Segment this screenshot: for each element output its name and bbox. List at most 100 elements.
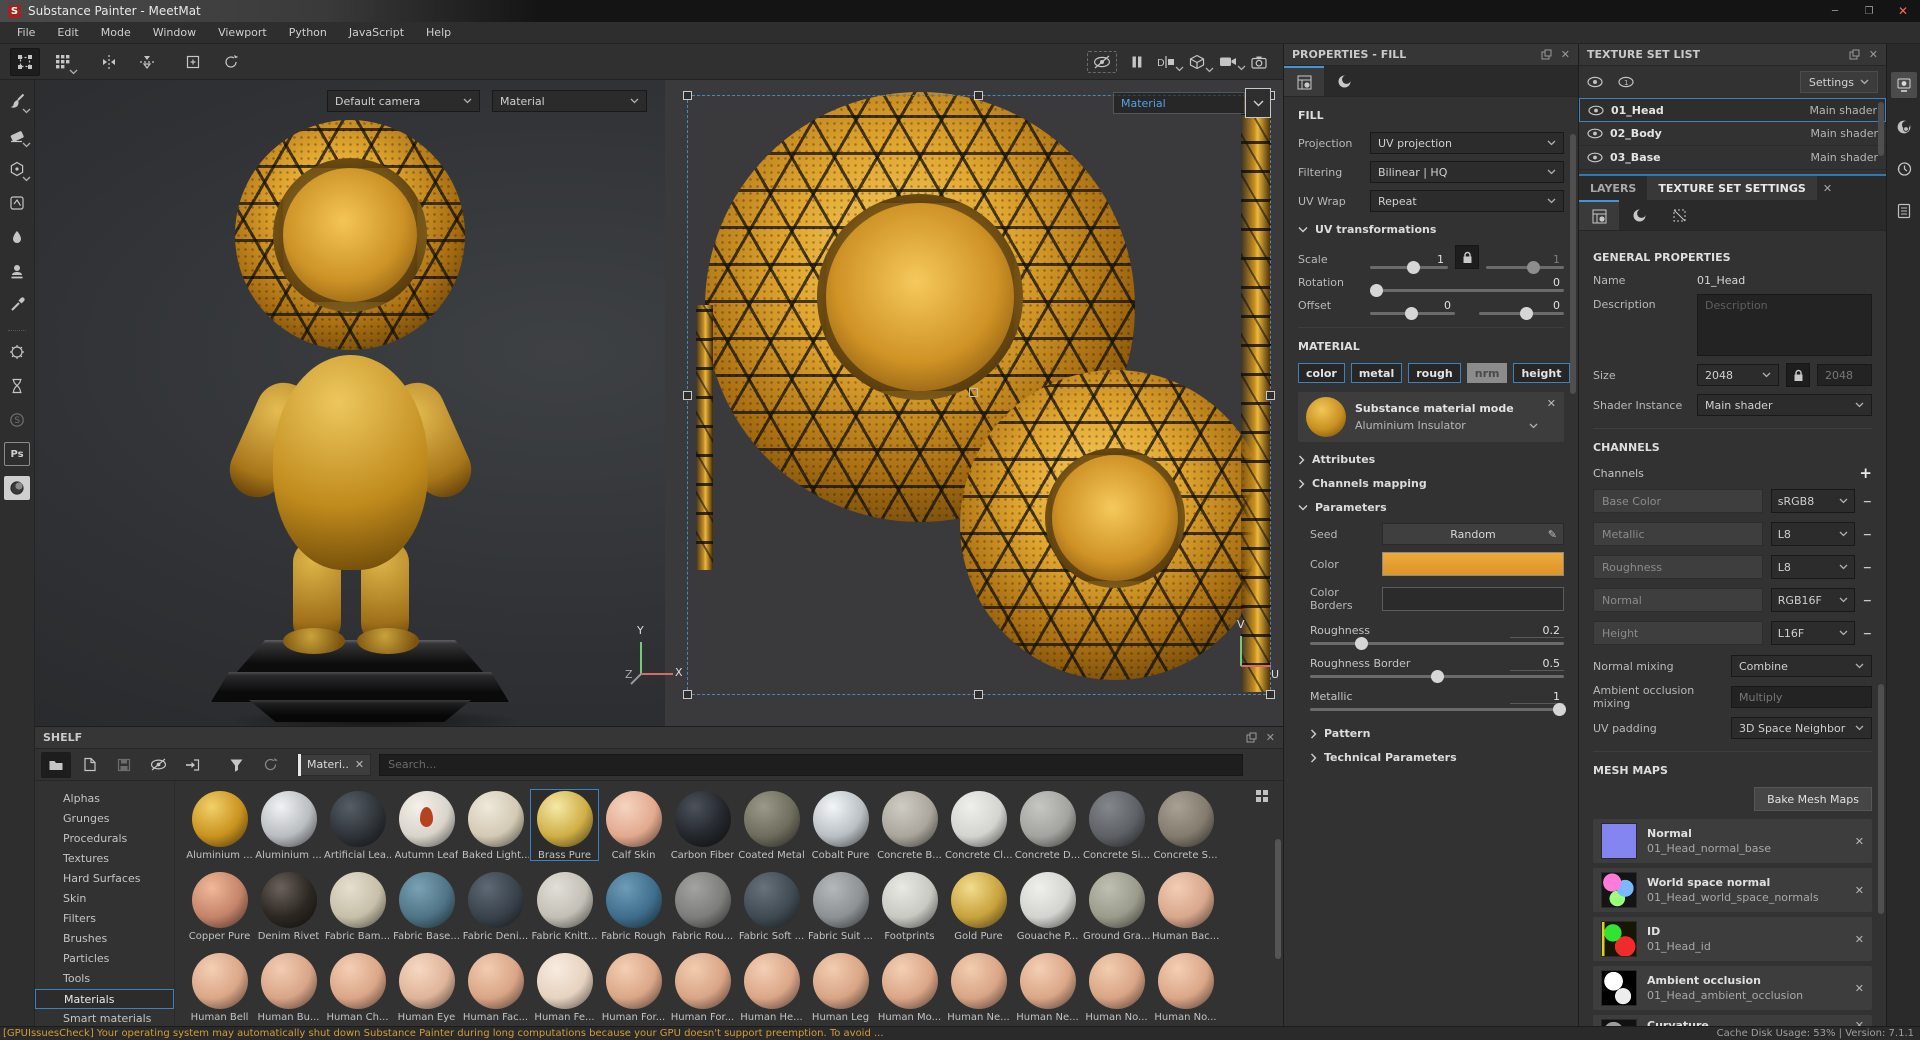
channel-name-field[interactable]: Base Color — [1593, 489, 1763, 513]
remove-channel-button[interactable]: − — [1863, 528, 1872, 541]
tile-grid-button[interactable] — [48, 48, 78, 76]
mesh-map-ambient-occlusion[interactable]: Ambient occlusion01_Head_ambient_occlusi… — [1593, 966, 1872, 1010]
menu-python[interactable]: Python — [278, 22, 338, 44]
material-footprints[interactable]: Footprints — [875, 870, 944, 942]
material-copper-pure[interactable]: Copper Pure — [185, 870, 254, 942]
channel-name-field[interactable]: Normal — [1593, 588, 1763, 612]
color-swatch[interactable] — [1382, 552, 1564, 576]
remove-channel-button[interactable]: − — [1863, 594, 1872, 607]
channel-button-nrm[interactable]: nrm — [1467, 363, 1508, 383]
parameters-section[interactable]: Parameters — [1298, 501, 1564, 514]
category-particles[interactable]: Particles — [35, 949, 174, 969]
tool-material-picker[interactable] — [4, 290, 30, 320]
category-skin[interactable]: Skin — [35, 889, 174, 909]
material-human-no[interactable]: Human No... — [1082, 951, 1151, 1023]
material-human-for[interactable]: Human For... — [668, 951, 737, 1023]
shelf-filter-tag[interactable]: Materi.. ✕ — [297, 754, 371, 776]
mesh-map-normal[interactable]: Normal01_Head_normal_base ✕ — [1593, 819, 1872, 863]
reset-rotation-button[interactable] — [216, 48, 246, 76]
remove-mesh-map-icon[interactable]: ✕ — [1855, 835, 1864, 848]
selection-handle[interactable] — [683, 391, 692, 400]
color-borders-swatch[interactable] — [1382, 587, 1564, 611]
channel-name-field[interactable]: Metallic — [1593, 522, 1763, 546]
camera-photo-button[interactable] — [1251, 55, 1267, 69]
substance-material-mode[interactable]: Substance material mode Aluminium Insula… — [1298, 392, 1564, 442]
render-cube-button[interactable] — [1189, 54, 1205, 70]
close-panel-icon[interactable]: ✕ — [1561, 48, 1570, 61]
texture-set-list-scrollbar[interactable] — [1878, 102, 1884, 156]
shelf-eye-off-button[interactable] — [143, 752, 173, 778]
remove-mesh-map-icon[interactable]: ✕ — [1855, 933, 1864, 946]
camera-dropdown[interactable]: Default camera — [327, 90, 480, 112]
eye-icon[interactable] — [1587, 128, 1603, 139]
channels-mapping-section[interactable]: Channels mapping — [1298, 477, 1564, 490]
shelf-import-resources-button[interactable] — [177, 752, 207, 778]
tab-settings-general[interactable] — [1579, 200, 1619, 230]
material-baked-light[interactable]: Baked Light... — [461, 789, 530, 861]
rotation-value[interactable]: 0 — [1510, 276, 1564, 289]
material-concrete-cl[interactable]: Concrete Cl... — [944, 789, 1013, 861]
menu-edit[interactable]: Edit — [46, 22, 89, 44]
menu-help[interactable]: Help — [415, 22, 462, 44]
material-fabric-rough[interactable]: Fabric Rough — [599, 870, 668, 942]
normal-mixing-dropdown[interactable]: Combine — [1731, 655, 1872, 677]
material-mode-dropdown[interactable]: Aluminium Insulator — [1355, 419, 1538, 432]
channel-name-field[interactable]: Roughness — [1593, 555, 1763, 579]
tab-layers[interactable]: LAYERS — [1579, 176, 1647, 200]
material-concrete-si[interactable]: Concrete Si... — [1082, 789, 1151, 861]
tool-photoshop[interactable]: Ps — [4, 442, 30, 466]
material-fabric-deni[interactable]: Fabric Deni... — [461, 870, 530, 942]
material-human-leg[interactable]: Human Leg — [806, 951, 875, 1023]
material-aluminium[interactable]: Aluminium ... — [254, 789, 323, 861]
rotation-slider[interactable] — [1370, 289, 1564, 292]
material-artificial-lea[interactable]: Artificial Lea... — [323, 789, 392, 861]
add-channel-button[interactable]: + — [1859, 464, 1872, 482]
material-fabric-soft[interactable]: Fabric Soft ... — [737, 870, 806, 942]
material-brass-pure[interactable]: Brass Pure — [530, 789, 599, 861]
material-ground-gra[interactable]: Ground Gra... — [1082, 870, 1151, 942]
material-human-bell[interactable]: Human Bell — [185, 951, 254, 1023]
float-panel-icon[interactable] — [1541, 49, 1552, 60]
category-tools[interactable]: Tools — [35, 969, 174, 989]
metallic-value[interactable]: 1 — [1510, 690, 1564, 704]
tool-projection[interactable] — [4, 154, 30, 184]
channel-button-height[interactable]: height — [1513, 363, 1569, 383]
tool-resources-updater[interactable] — [4, 476, 30, 500]
tab-material-preview[interactable] — [1324, 66, 1364, 96]
close-tab-icon[interactable]: ✕ — [1823, 182, 1832, 195]
selection-handle[interactable] — [683, 91, 692, 100]
material-concrete-d[interactable]: Concrete D... — [1013, 789, 1082, 861]
technical-parameters-section[interactable]: Technical Parameters — [1298, 751, 1564, 764]
material-gold-pure[interactable]: Gold Pure — [944, 870, 1013, 942]
shelf-folder-button[interactable] — [41, 752, 71, 778]
shelf-filter-funnel-button[interactable] — [221, 752, 251, 778]
pause-button[interactable] — [1131, 55, 1143, 69]
eye-sync-icon[interactable] — [1587, 76, 1604, 88]
material-human-mo[interactable]: Human Mo... — [875, 951, 944, 1023]
selection-handle[interactable] — [683, 690, 692, 699]
material-human-bac[interactable]: Human Bac... — [1151, 870, 1220, 942]
texture-set-02-body[interactable]: 02_Body Main shader — [1579, 122, 1886, 146]
menu-viewport[interactable]: Viewport — [207, 22, 278, 44]
symmetry-horizontal-button[interactable] — [94, 48, 124, 76]
size-lock-icon[interactable] — [1786, 363, 1810, 387]
mesh-map-id[interactable]: ID01_Head_id ✕ — [1593, 917, 1872, 961]
channel-format-dropdown[interactable]: L8 — [1771, 522, 1855, 546]
mesh-map-world-space-normal[interactable]: World space normal01_Head_world_space_no… — [1593, 868, 1872, 912]
tool-smudge[interactable] — [4, 222, 30, 252]
tab-texture-set-settings[interactable]: TEXTURE SET SETTINGS — [1647, 176, 1816, 200]
remove-material-icon[interactable]: ✕ — [1547, 397, 1556, 410]
properties-scrollbar[interactable] — [1570, 134, 1576, 394]
remove-filter-icon[interactable]: ✕ — [355, 758, 370, 771]
texture-set-01-head[interactable]: 01_Head Main shader — [1579, 98, 1886, 122]
selection-center-handle[interactable] — [969, 388, 978, 397]
channel-name-field[interactable]: Height — [1593, 621, 1763, 645]
selection-handle[interactable] — [974, 91, 983, 100]
selection-manipulator-button[interactable] — [10, 48, 40, 76]
category-procedurals[interactable]: Procedurals — [35, 829, 174, 849]
category-brushes[interactable]: Brushes — [35, 929, 174, 949]
material-human-ch[interactable]: Human Ch... — [323, 951, 392, 1023]
metallic-slider[interactable] — [1310, 708, 1564, 711]
remove-channel-button[interactable]: − — [1863, 627, 1872, 640]
roughness-border-value[interactable]: 0.5 — [1510, 657, 1564, 671]
